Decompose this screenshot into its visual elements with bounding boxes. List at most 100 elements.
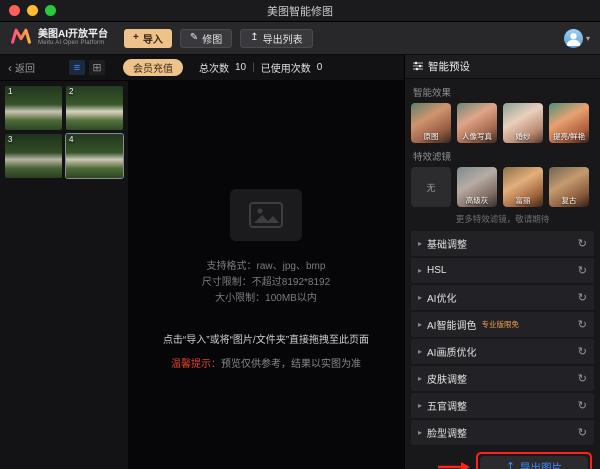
reset-icon[interactable]: ↻: [578, 372, 587, 385]
close-window-button[interactable]: [9, 5, 20, 16]
account-menu[interactable]: ▾: [563, 28, 590, 48]
effect-tile-portrait[interactable]: 人像写真: [457, 103, 497, 143]
avatar[interactable]: [563, 28, 583, 48]
section-label: 五官调整: [427, 402, 468, 413]
smart-effects-label: 智能效果: [413, 88, 452, 99]
main-area: ‹ 返回 ≡ ⊞ 会员充值 总次数 10 | 已使用次数 0 1 2 3 4 支…: [0, 55, 600, 469]
reset-icon[interactable]: ↻: [578, 345, 587, 358]
brand-name-cn: 美图AI开放平台: [38, 28, 108, 40]
filter-tile-none[interactable]: 无: [411, 167, 451, 207]
filters-row: 无 高级灰 富丽 复古: [411, 167, 594, 207]
effect-tile-label: 原图: [423, 132, 439, 141]
reset-icon[interactable]: ↻: [578, 399, 587, 412]
member-recharge-button[interactable]: 会员充值: [123, 59, 183, 76]
annotation-arrow: [437, 461, 470, 469]
minimize-window-button[interactable]: [27, 5, 38, 16]
chevron-right-icon: ▸: [418, 401, 423, 410]
reset-icon[interactable]: ↻: [578, 426, 587, 439]
thumbnail-index: 3: [8, 135, 13, 144]
back-button[interactable]: ‹ 返回: [8, 60, 35, 76]
window-title: 美图智能修图: [267, 5, 333, 18]
brand-logo: 美图AI开放平台 Meitu AI Open Platform: [10, 28, 108, 49]
chevron-right-icon: ▸: [418, 293, 423, 302]
smart-effects-row: 原图 人像写真 婚纱 提亮/鲜艳: [411, 103, 594, 143]
back-button-label: 返回: [15, 64, 35, 75]
section-label: HSL: [427, 265, 447, 276]
retouch-button[interactable]: ✎ 修图: [179, 28, 233, 48]
reset-icon[interactable]: ↻: [578, 291, 587, 304]
warm-tip-label: 温馨提示：: [171, 359, 221, 370]
section-basic-adjust[interactable]: ▸ 基础调整 ↻: [411, 231, 594, 256]
usage-counts: 总次数 10 | 已使用次数 0: [199, 60, 322, 75]
thumbnail-item[interactable]: 3: [5, 134, 62, 178]
filter-tile-vintage[interactable]: 复古: [549, 167, 589, 207]
chevron-right-icon: ▸: [418, 320, 423, 329]
panel-header[interactable]: 智能预设: [405, 55, 600, 79]
filter-tile-advanced-gray[interactable]: 高级灰: [457, 167, 497, 207]
effect-tile-label: 人像写真: [462, 132, 492, 141]
annotation-highlight-box: ↥ 导出图片: [475, 452, 592, 469]
section-label: 脸型调整: [427, 429, 468, 440]
section-facial-features[interactable]: ▸ 五官调整 ↻: [411, 393, 594, 418]
effect-tile-brighten[interactable]: 提亮/鲜艳: [549, 103, 589, 143]
reset-icon[interactable]: ↻: [578, 237, 587, 250]
image-placeholder-icon: [230, 189, 302, 241]
section-ai-optimize[interactable]: ▸ AI优化 ↻: [411, 285, 594, 310]
section-label: AI优化: [427, 294, 457, 305]
list-view-icon[interactable]: ≡: [69, 60, 85, 75]
section-face-shape[interactable]: ▸ 脸型调整 ↻: [411, 420, 594, 445]
effect-tile-wedding[interactable]: 婚纱: [503, 103, 543, 143]
effect-tile-label: 提亮/鲜艳: [552, 132, 586, 141]
export-list-button-label: 导出列表: [262, 34, 303, 46]
window-titlebar: 美图智能修图: [0, 0, 600, 22]
drop-hint-line: 点击“导入”或将“图片/文件夹”直接拖拽至此页面: [162, 335, 370, 346]
plus-icon: +: [133, 32, 139, 43]
filter-tile-label: 无: [426, 182, 436, 193]
back-arrow-icon: ‹: [8, 60, 12, 75]
view-mode-toggle: ≡ ⊞: [69, 60, 105, 75]
reset-icon[interactable]: ↻: [578, 318, 587, 331]
reset-icon[interactable]: ↻: [578, 264, 587, 277]
filter-tile-label: 高级灰: [465, 196, 489, 205]
image-dropzone[interactable]: 支持格式：raw、jpg、bmp 尺寸限制：不超过8192*8192 大小限制：…: [128, 81, 404, 469]
thumbnail-image: [66, 86, 123, 130]
thumbnail-image: [5, 86, 62, 130]
export-icon: ↥: [250, 32, 259, 43]
section-skin-adjust[interactable]: ▸ 皮肤调整 ↻: [411, 366, 594, 391]
chevron-right-icon: ▸: [418, 374, 423, 383]
import-button[interactable]: + 导入: [124, 28, 172, 48]
filter-tile-rich[interactable]: 富丽: [503, 167, 543, 207]
filesize-spec-line: 大小限制：100MB以内: [215, 293, 317, 304]
grid-view-icon[interactable]: ⊞: [89, 60, 105, 75]
thumbnail-item-selected[interactable]: 4: [65, 133, 124, 179]
zoom-window-button[interactable]: [45, 5, 56, 16]
content-row: 1 2 3 4 支持格式：raw、jpg、bmp 尺寸限制：不超过8192*81…: [0, 81, 404, 469]
thumbnail-index: 1: [8, 87, 13, 96]
window-controls: [9, 5, 56, 16]
chevron-down-icon: ▾: [585, 33, 590, 43]
section-ai-quality[interactable]: ▸ AI画质优化 ↻: [411, 339, 594, 364]
format-spec-line: 支持格式：raw、jpg、bmp: [206, 261, 326, 272]
export-image-button[interactable]: ↥ 导出图片: [479, 456, 588, 469]
dimension-spec-line: 尺寸限制：不超过8192*8192: [201, 277, 331, 288]
effect-tile-original[interactable]: 原图: [411, 103, 451, 143]
warm-tip-line: 温馨提示：预览仅供参考，结果以实图为准: [171, 355, 361, 370]
workspace-region: ‹ 返回 ≡ ⊞ 会员充值 总次数 10 | 已使用次数 0 1 2 3 4 支…: [0, 55, 404, 469]
panel-title: 智能预设: [428, 61, 470, 73]
thumbnail-item[interactable]: 1: [5, 86, 62, 130]
section-label: AI智能调色: [427, 321, 477, 332]
upload-icon: ↥: [505, 460, 515, 469]
workspace-toolbar: ‹ 返回 ≡ ⊞ 会员充值 总次数 10 | 已使用次数 0: [0, 55, 404, 81]
app-header: 美图AI开放平台 Meitu AI Open Platform + 导入 ✎ 修…: [0, 22, 600, 55]
pencil-icon: ✎: [189, 32, 199, 43]
thumbnail-item[interactable]: 2: [66, 86, 123, 130]
chevron-right-icon: ▸: [418, 266, 423, 275]
export-list-button[interactable]: ↥ 导出列表: [240, 28, 313, 48]
section-hsl[interactable]: ▸ HSL ↻: [411, 258, 594, 283]
section-ai-color[interactable]: ▸ AI智能调色 专业版限免 ↻: [411, 312, 594, 337]
chevron-right-icon: ▸: [418, 347, 423, 356]
image-library-panel: 1 2 3 4: [0, 81, 128, 469]
section-label: AI画质优化: [427, 348, 477, 359]
thumbnail-index: 4: [69, 135, 74, 144]
brand-name-en: Meitu AI Open Platform: [38, 40, 105, 47]
